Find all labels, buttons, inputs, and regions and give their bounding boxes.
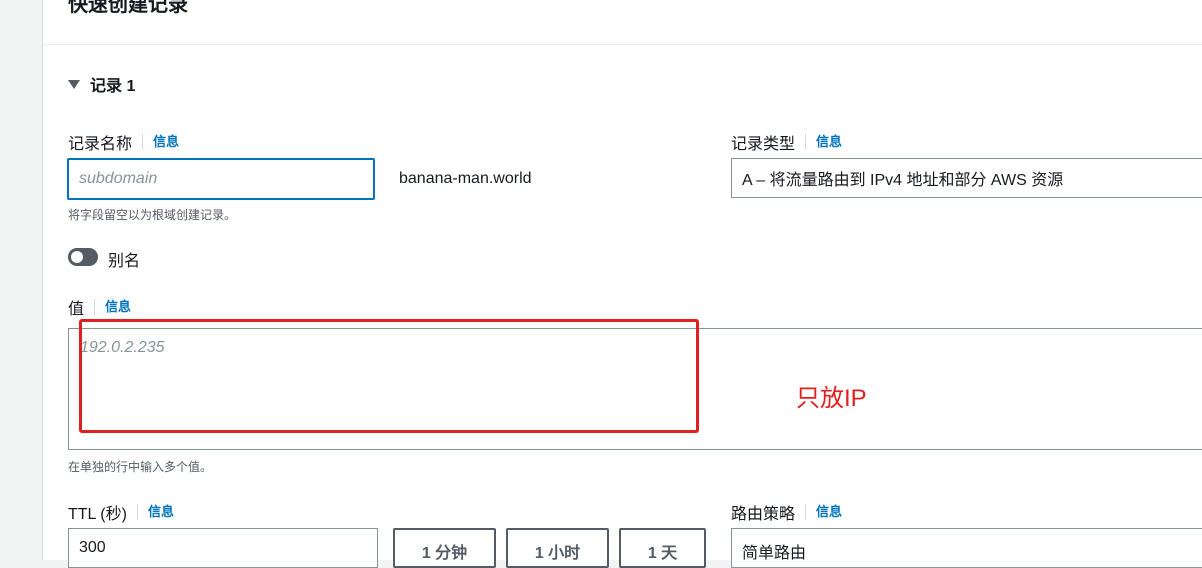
ttl-1-day-button[interactable]: 1 天 [619, 528, 706, 568]
caret-down-icon [68, 79, 80, 89]
record-type-label: 记录类型 [731, 136, 796, 153]
page-title: 快速创建记录 [68, 0, 188, 16]
quick-create-panel: 快速创建记录 记录 1 记录名称 信息 subdomain banana-man… [42, 0, 1202, 568]
record-name-input[interactable]: subdomain [67, 158, 375, 200]
toggle-knob [71, 251, 83, 263]
ttl-input[interactable]: 300 [68, 528, 378, 568]
record-type-select[interactable]: A – 将流量路由到 IPv4 地址和部分 AWS 资源 [731, 158, 1202, 198]
value-info-link[interactable]: 信息 [94, 299, 131, 315]
ttl-info-link[interactable]: 信息 [136, 504, 174, 520]
record-name-placeholder: subdomain [79, 170, 158, 187]
annotation-text: 只放IP [796, 385, 867, 412]
ttl-1-hour-label: 1 小时 [534, 545, 581, 562]
routing-policy-select[interactable]: 简单路由 [731, 528, 1202, 568]
record-type-value: A – 将流量路由到 IPv4 地址和部分 AWS 资源 [742, 172, 1064, 189]
routing-policy-value: 简单路由 [742, 545, 807, 562]
value-placeholder: 192.0.2.235 [80, 339, 165, 356]
record-type-label-row: 记录类型 信息 [731, 130, 842, 154]
ttl-label-row: TTL (秒) 信息 [68, 500, 174, 524]
value-hint: 在单独的行中输入多个值。 [68, 460, 213, 474]
ttl-1-hour-button[interactable]: 1 小时 [506, 528, 609, 568]
record-name-label: 记录名称 [68, 136, 133, 153]
value-label: 值 [68, 301, 85, 318]
ttl-1-minute-label: 1 分钟 [421, 545, 468, 562]
alias-label: 别名 [108, 253, 141, 270]
ttl-1-minute-button[interactable]: 1 分钟 [393, 528, 496, 568]
record-name-hint: 将字段留空以为根域创建记录。 [68, 208, 237, 222]
value-label-row: 值 信息 [68, 295, 131, 319]
record-title: 记录 1 [90, 78, 136, 95]
routing-policy-info-link[interactable]: 信息 [805, 504, 842, 520]
record-name-label-row: 记录名称 信息 [68, 130, 179, 154]
record-expand-toggle[interactable]: 记录 1 [68, 72, 135, 96]
routing-policy-label: 路由策略 [731, 506, 796, 523]
ttl-1-day-label: 1 天 [647, 545, 678, 562]
record-name-info-link[interactable]: 信息 [142, 134, 179, 150]
routing-policy-label-row: 路由策略 信息 [731, 500, 842, 524]
alias-toggle[interactable] [68, 248, 98, 266]
domain-suffix: banana-man.world [399, 170, 532, 187]
header-divider [43, 44, 1202, 45]
ttl-value: 300 [79, 539, 106, 556]
ttl-label: TTL (秒) [68, 506, 127, 523]
record-type-info-link[interactable]: 信息 [805, 134, 842, 150]
value-textarea[interactable]: 192.0.2.235 [68, 328, 1202, 450]
